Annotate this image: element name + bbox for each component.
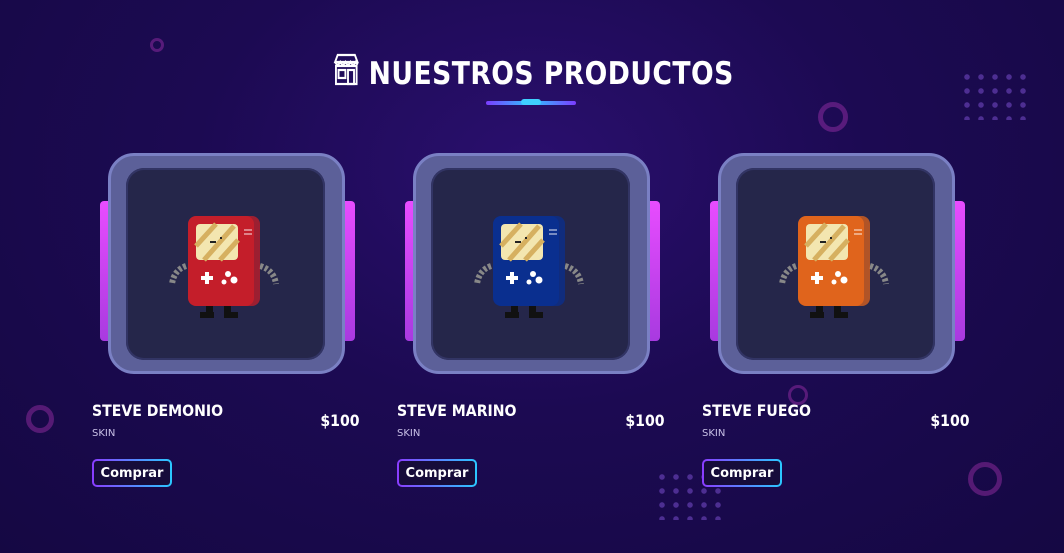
product-card: STEVE FUEGO SKIN $100 Comprar	[702, 153, 992, 493]
buy-button-label: Comprar	[399, 461, 475, 485]
product-type: SKIN	[397, 428, 421, 439]
product-card: STEVE DEMONIO SKIN $100 Comprar	[92, 153, 382, 493]
product-image	[736, 168, 935, 360]
robot-image	[779, 216, 889, 318]
store-icon	[331, 52, 362, 96]
product-type: SKIN	[92, 428, 116, 439]
product-price: $100	[320, 411, 360, 430]
product-price: $100	[625, 411, 665, 430]
buy-button[interactable]: Comprar	[397, 459, 477, 487]
product-frame	[710, 153, 965, 374]
section-header: NUESTROS PRODUCTOS	[0, 52, 1064, 96]
decor-ring	[818, 102, 848, 132]
robot-image	[169, 216, 279, 318]
title-underline	[486, 99, 576, 105]
product-name: STEVE FUEGO	[702, 401, 811, 420]
product-type: SKIN	[702, 428, 726, 439]
product-frame	[405, 153, 660, 374]
buy-button-label: Comprar	[94, 461, 170, 485]
product-image	[431, 168, 630, 360]
product-price: $100	[930, 411, 970, 430]
product-card: STEVE MARINO SKIN $100 Comprar	[397, 153, 687, 493]
robot-image	[474, 216, 584, 318]
decor-ring	[26, 405, 54, 433]
page-title: NUESTROS PRODUCTOS	[331, 52, 734, 96]
product-name: STEVE DEMONIO	[92, 401, 224, 420]
product-image	[126, 168, 325, 360]
product-name: STEVE MARINO	[397, 401, 517, 420]
decor-ring	[150, 38, 164, 52]
product-frame	[100, 153, 355, 374]
buy-button-label: Comprar	[704, 461, 780, 485]
buy-button[interactable]: Comprar	[92, 459, 172, 487]
page-title-text: NUESTROS PRODUCTOS	[368, 56, 734, 92]
buy-button[interactable]: Comprar	[702, 459, 782, 487]
